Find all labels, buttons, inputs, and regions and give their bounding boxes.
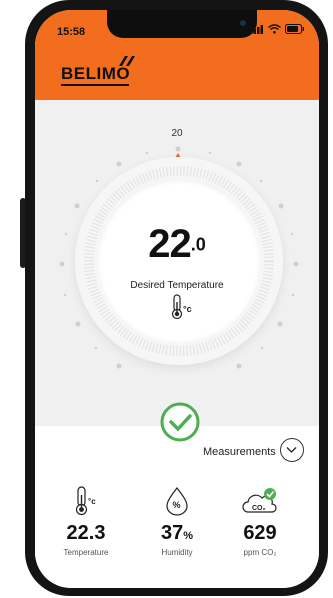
- metric-value: 22.3: [66, 522, 106, 544]
- metric-label: Humidity: [161, 548, 193, 557]
- metric-value: 37%: [160, 522, 194, 544]
- measurements-label: Measurements: [203, 446, 276, 458]
- svg-text:CO₂: CO₂: [252, 505, 266, 512]
- co2-cloud-icon: CO₂: [215, 482, 305, 516]
- metric-value: 629: [243, 522, 277, 544]
- temp-integer: 22: [148, 222, 191, 266]
- metric-co2: CO₂ 629 ppm CO₂: [215, 482, 305, 557]
- metric-label: ppm CO₂: [243, 548, 277, 557]
- desired-temperature-value: 22.0: [35, 222, 319, 267]
- metric-label: Temperature: [63, 548, 109, 557]
- chevron-down-icon: [286, 447, 297, 453]
- unit-label: °c: [183, 304, 192, 314]
- metric-humidity: % 37% Humidity: [132, 482, 222, 557]
- measurements-expand-button[interactable]: [280, 438, 304, 462]
- metric-temperature: °c 22.3 Temperature: [41, 482, 131, 557]
- app-screen: 15:58 BELIMO 20 22.0 Desired Temperature…: [35, 10, 319, 588]
- svg-text:%: %: [173, 500, 181, 510]
- svg-text:°c: °c: [88, 497, 96, 506]
- status-ok-icon: [160, 402, 200, 442]
- temp-decimal: .0: [190, 234, 206, 255]
- thermometer-icon: °c: [171, 294, 193, 325]
- desired-temperature-label: Desired Temperature: [130, 280, 224, 291]
- humidity-icon: %: [132, 482, 222, 516]
- thermometer-icon: °c: [41, 482, 131, 516]
